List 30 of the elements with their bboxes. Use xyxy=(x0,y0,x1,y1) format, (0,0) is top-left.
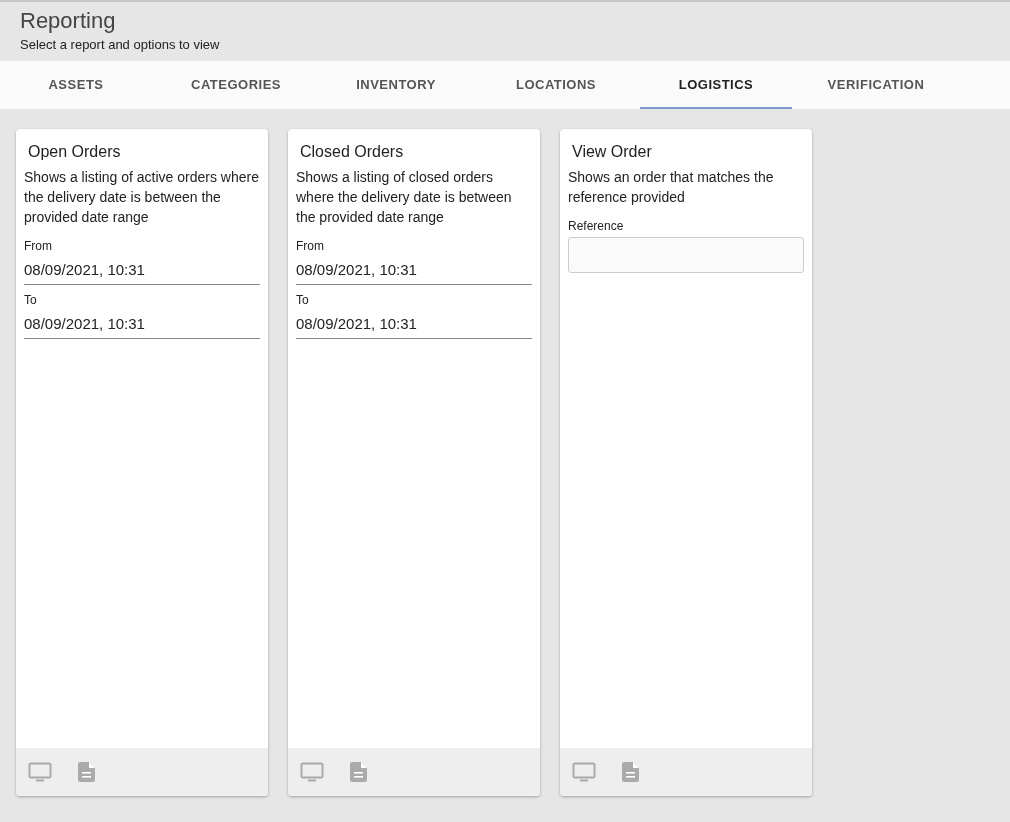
card-title: View Order xyxy=(571,143,653,161)
tab[interactable]: CATEGORIES xyxy=(160,61,312,109)
field-label: From xyxy=(24,239,53,253)
date-input[interactable]: 08/09/2021, 10:31 xyxy=(24,311,260,339)
tab[interactable]: LOGISTICS xyxy=(640,61,792,109)
field-label: To xyxy=(24,293,38,307)
field-label: To xyxy=(296,293,310,307)
card-title: Open Orders xyxy=(27,143,122,161)
reference-input[interactable] xyxy=(568,237,804,273)
tab[interactable]: VERIFICATION xyxy=(800,61,952,109)
monitor-icon[interactable] xyxy=(28,762,52,782)
date-input[interactable]: 08/09/2021, 10:31 xyxy=(296,257,532,285)
field-label: Reference xyxy=(568,219,625,233)
card-description: Shows an order that matches the reference provided xyxy=(568,168,775,207)
card-description: Shows a listing of active orders where the delivery date is between the provided date range xyxy=(24,168,260,227)
date-input[interactable]: 08/09/2021, 10:31 xyxy=(24,257,260,285)
field-label: From xyxy=(296,239,325,253)
monitor-icon[interactable] xyxy=(300,762,324,782)
card-title: Closed Orders xyxy=(299,143,405,161)
document-icon[interactable] xyxy=(78,762,96,782)
page-title: Reporting xyxy=(20,8,117,34)
date-input[interactable]: 08/09/2021, 10:31 xyxy=(296,311,532,339)
card-description: Shows a listing of closed orders where the delivery date is between the provided date range xyxy=(296,168,513,227)
tab[interactable]: ASSETS xyxy=(0,61,152,109)
tab[interactable]: INVENTORY xyxy=(320,61,472,109)
page-subtitle: Select a report and options to view xyxy=(20,37,221,52)
tab[interactable]: LOCATIONS xyxy=(480,61,632,109)
document-icon[interactable] xyxy=(622,762,640,782)
document-icon[interactable] xyxy=(350,762,368,782)
monitor-icon[interactable] xyxy=(572,762,596,782)
